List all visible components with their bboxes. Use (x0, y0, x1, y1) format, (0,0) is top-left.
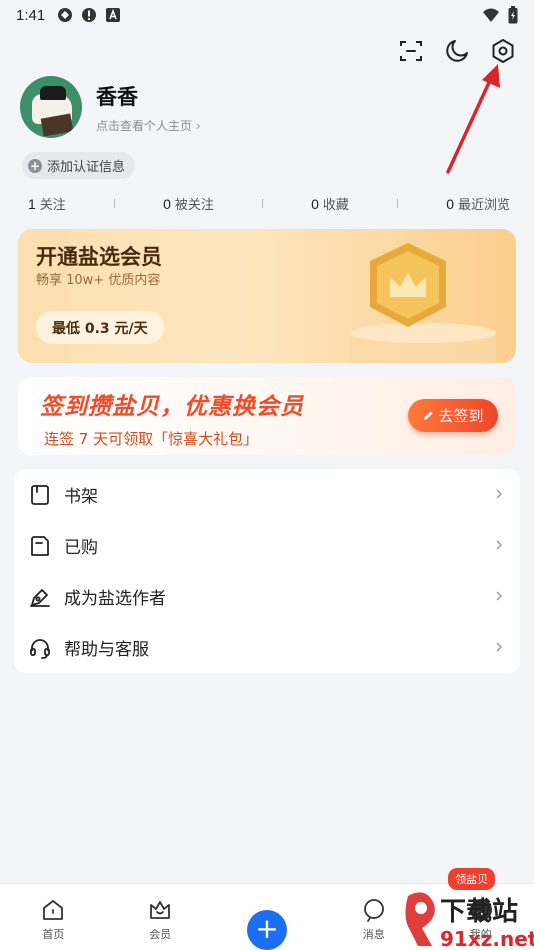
battery-icon (508, 6, 518, 24)
headset-icon (30, 638, 50, 659)
menu-label: 成为盐选作者 (64, 589, 166, 609)
stat-following[interactable]: 1 关注 (28, 194, 66, 213)
sign-in-card[interactable]: 签到攒盐贝，优惠换会员 连签 7 天可领取「惊喜大礼包」 去签到 (18, 377, 516, 455)
stat-count: 0 (311, 196, 319, 212)
nav-vip[interactable]: 会员 (107, 884, 214, 950)
menu-list: 书架 已购 成为盐选作者 帮助与客服 (14, 469, 520, 673)
vip-icon (150, 901, 171, 919)
reward-badge[interactable]: 领盐贝 (448, 868, 496, 890)
stat-count: 1 (28, 196, 36, 212)
nav-create[interactable]: + (214, 884, 321, 950)
cert-label: 添加认证信息 (47, 160, 126, 175)
stats-row: 1 关注 0 被关注 0 收藏 0 最近浏览 (28, 194, 510, 213)
annotation-arrow-icon (446, 64, 500, 174)
menu-item-become-author[interactable]: 成为盐选作者 (14, 571, 520, 622)
plus-icon: + (28, 158, 42, 173)
menu-label: 帮助与客服 (64, 640, 149, 660)
chevron-right-icon (496, 489, 502, 499)
app-notification-icon (58, 8, 73, 22)
divider (113, 199, 115, 208)
vip-price-button[interactable]: 最低 0.3 元/天 (36, 311, 164, 344)
menu-label: 已购 (64, 538, 98, 558)
stat-label: 被关注 (174, 198, 214, 213)
sign-in-subtitle: 连签 7 天可领取「惊喜大礼包」 (44, 430, 259, 448)
site-watermark: 下载站 91xz.net (405, 892, 534, 950)
purchased-icon (31, 535, 49, 556)
home-icon (43, 900, 64, 920)
user-name: 香香 (96, 84, 138, 109)
watermark-domain: 91xz.net (440, 927, 534, 950)
menu-item-bookshelf[interactable]: 书架 (14, 469, 520, 520)
status-time: 1:41 (16, 6, 46, 24)
menu-item-help[interactable]: 帮助与客服 (14, 622, 520, 673)
stat-favorites[interactable]: 0 收藏 (311, 194, 349, 213)
vip-subtitle: 畅享 10w+ 优质内容 (36, 273, 161, 288)
text-app-icon (106, 8, 121, 22)
stat-label: 收藏 (322, 198, 349, 213)
stat-label: 关注 (39, 198, 66, 213)
watermark-title: 下载站 (440, 897, 518, 927)
divider (397, 199, 399, 208)
stat-count: 0 (446, 196, 454, 212)
author-pen-icon (30, 588, 50, 607)
scan-icon[interactable] (398, 38, 424, 64)
avatar-hat (40, 86, 66, 100)
nav-home[interactable]: 首页 (0, 884, 107, 950)
nav-label: 首页 (42, 928, 65, 941)
bookshelf-icon (31, 484, 49, 505)
divider (262, 199, 263, 208)
vip-membership-card[interactable]: 开通盐选会员 畅享 10w+ 优质内容 最低 0.3 元/天 (18, 229, 516, 363)
avatar-box (40, 113, 74, 137)
sign-in-title: 签到攒盐贝，优惠换会员 (40, 394, 304, 420)
alert-icon (82, 8, 97, 22)
wifi-icon (483, 8, 499, 22)
plus-icon[interactable]: + (246, 910, 287, 950)
chevron-right-icon (496, 540, 502, 550)
pencil-icon (424, 411, 433, 420)
profile-header[interactable]: 香香 点击查看个人主页 › (20, 76, 201, 138)
status-right (482, 6, 518, 24)
message-icon (363, 899, 384, 922)
stat-recent[interactable]: 0 最近浏览 (446, 194, 510, 213)
chevron-right-icon (496, 642, 502, 652)
sign-in-button-label: 去签到 (438, 407, 484, 425)
status-bar: 1:41 (0, 0, 534, 30)
vip-title: 开通盐选会员 (36, 245, 162, 269)
nav-label: 会员 (149, 928, 172, 941)
chevron-right-icon (496, 591, 502, 601)
crown-badge-icon (350, 243, 496, 363)
menu-label: 书架 (64, 487, 98, 507)
avatar[interactable] (20, 76, 82, 138)
name-block: 香香 点击查看个人主页 › (96, 81, 201, 134)
nav-label: 消息 (362, 928, 385, 941)
menu-item-purchased[interactable]: 已购 (14, 520, 520, 571)
stat-label: 最近浏览 (457, 198, 510, 213)
add-certification-button[interactable]: + 添加认证信息 (22, 152, 136, 179)
stat-followers[interactable]: 0 被关注 (163, 194, 214, 213)
profile-link[interactable]: 点击查看个人主页 › (96, 117, 201, 134)
stat-count: 0 (163, 196, 171, 212)
sign-in-button[interactable]: 去签到 (408, 399, 498, 432)
